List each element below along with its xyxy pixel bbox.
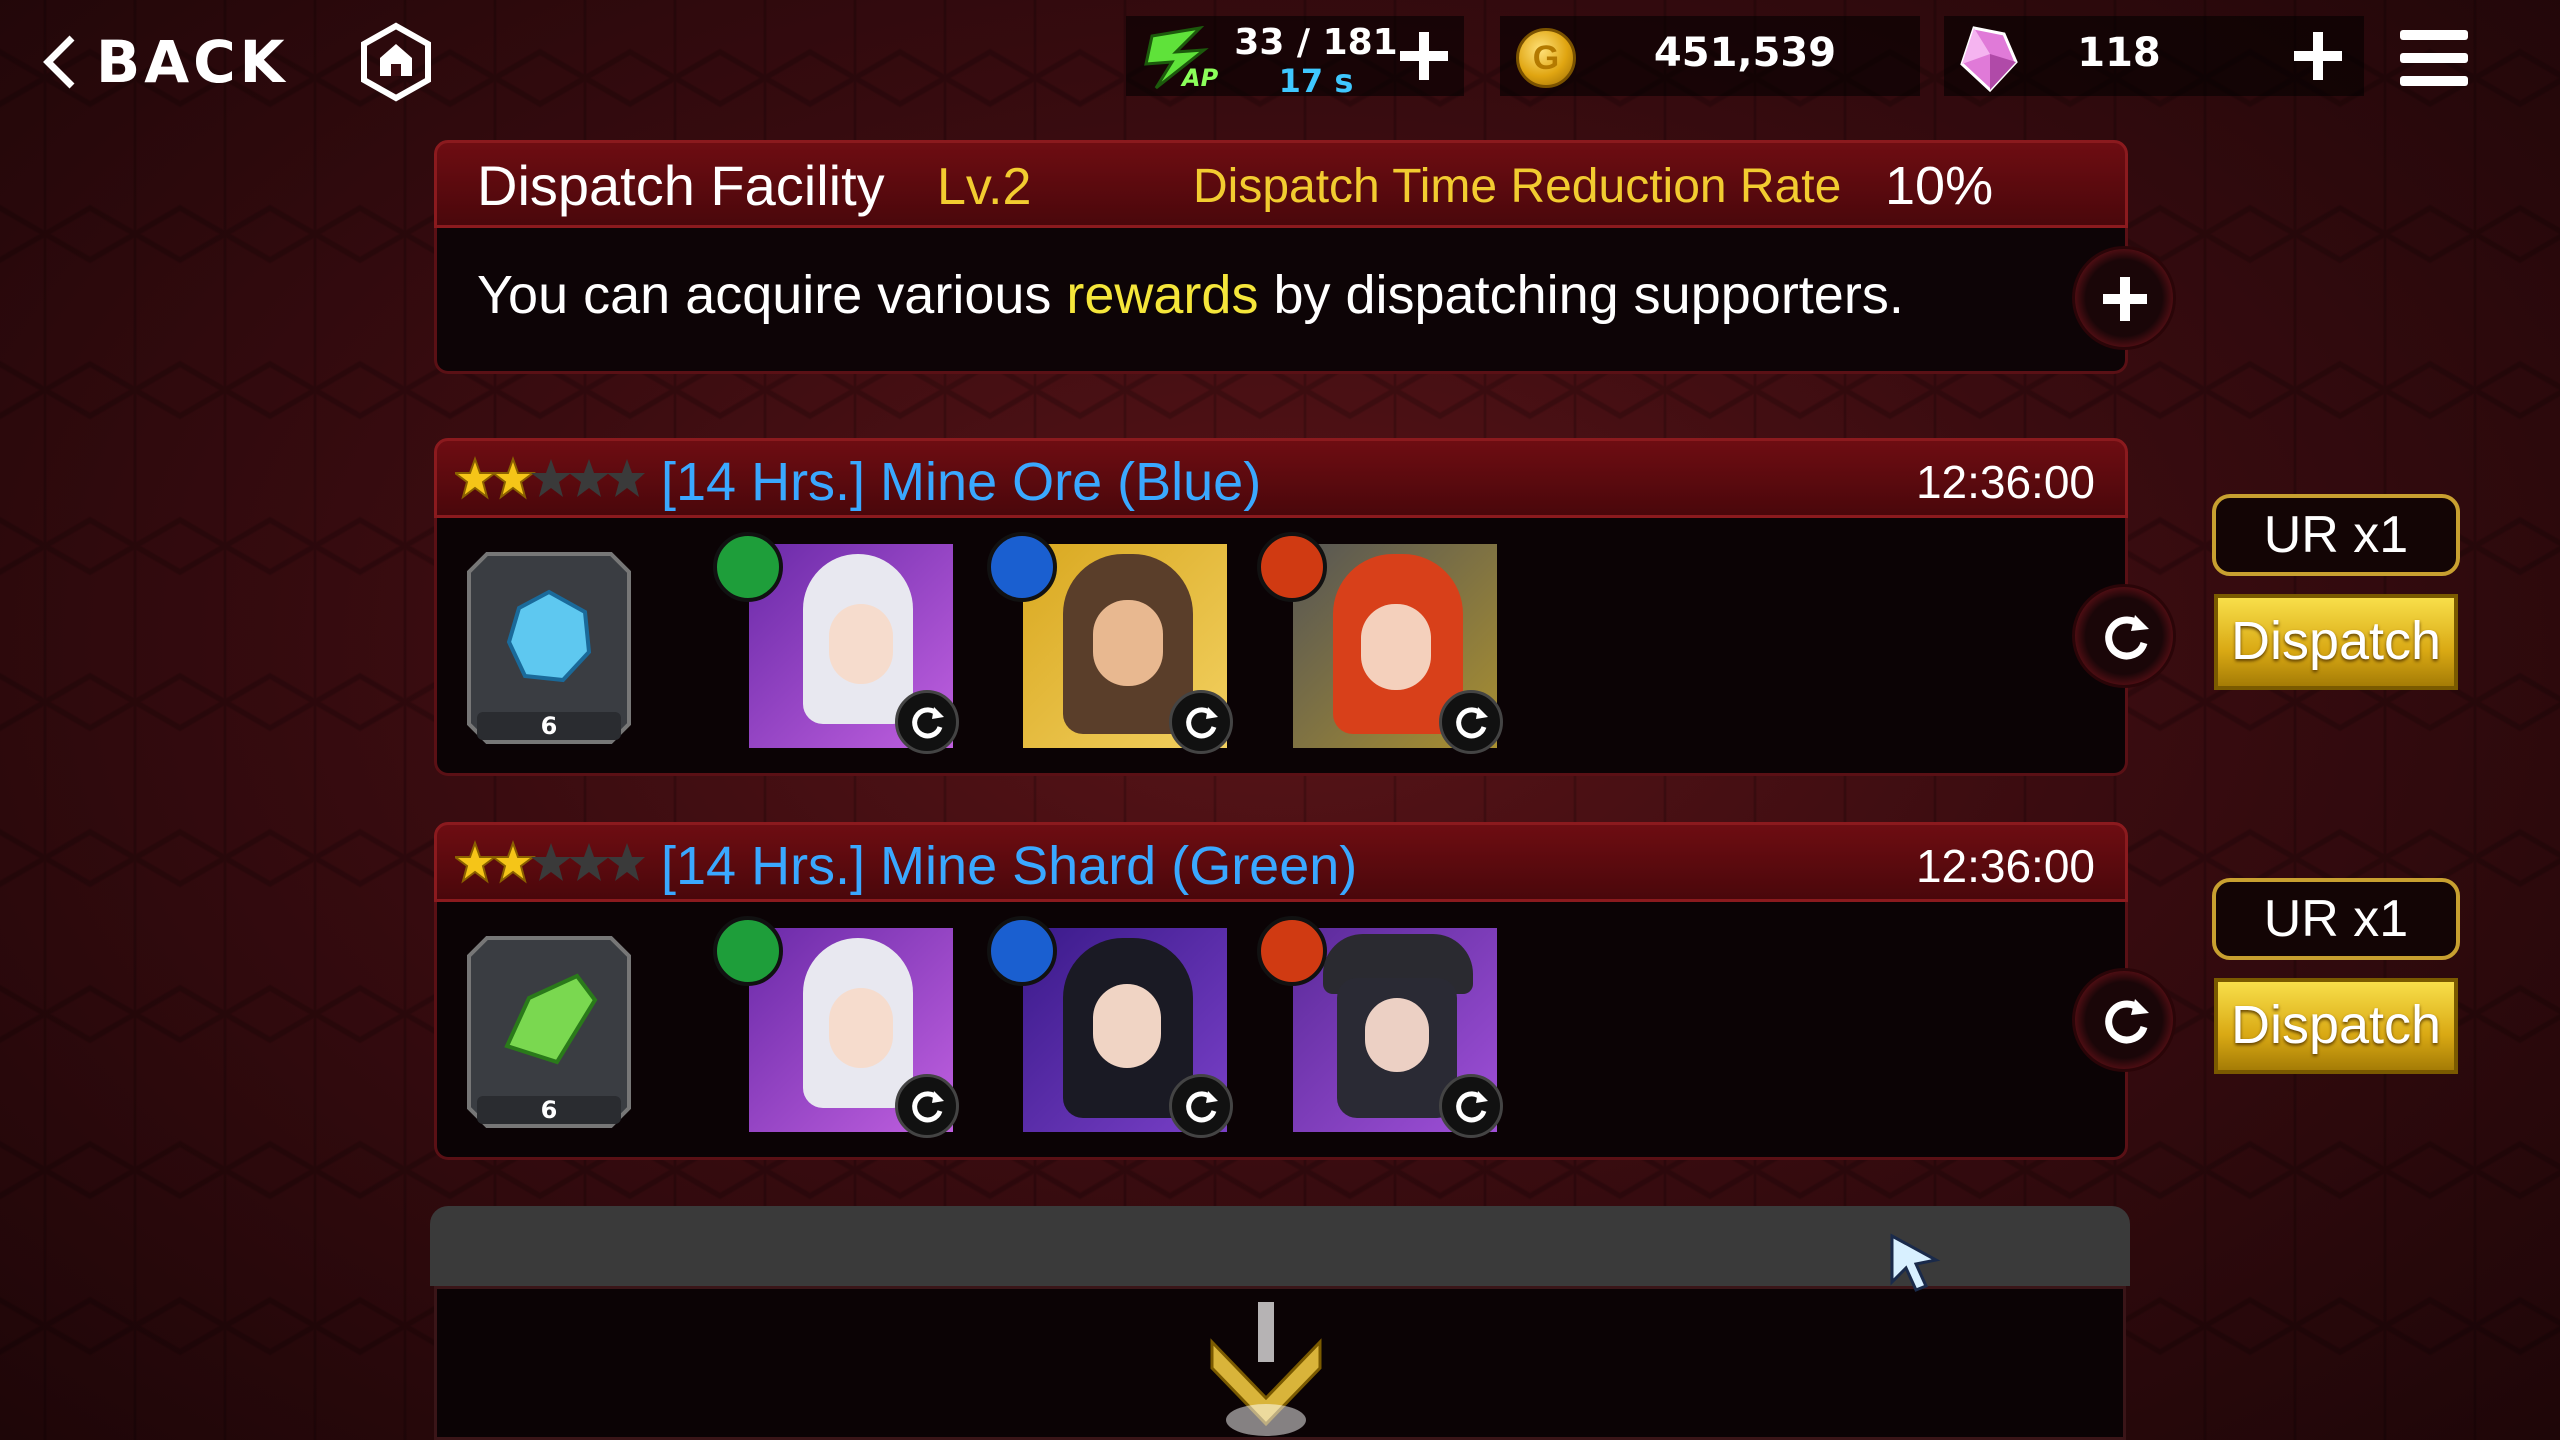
plus-icon [2103, 277, 2147, 321]
mission-duration: 12:36:00 [1915, 456, 2095, 508]
supporter-portrait[interactable] [987, 916, 1233, 1138]
swap-supporter-button[interactable] [1169, 1074, 1233, 1138]
facility-description-box: You can acquire various rewards by dispa… [434, 228, 2128, 374]
refresh-icon [2105, 615, 2149, 660]
ap-value: 33 / 181 [1234, 22, 1398, 63]
mission-body: 6 [434, 518, 2128, 776]
dispatch-button[interactable]: Dispatch [2214, 594, 2458, 690]
wind-icon [713, 916, 783, 986]
difficulty-stars [455, 840, 645, 884]
gold-counter: 451,539 [1500, 16, 1920, 96]
facility-description: You can acquire various rewards by dispa… [477, 265, 1904, 325]
mission-header: [14 Hrs.] Mine Shard (Green) 12:36:00 [434, 822, 2128, 902]
gem-counter: 118 [1944, 16, 2364, 96]
rarity-requirement: UR x1 [2212, 878, 2460, 960]
supporter-portrait[interactable] [1257, 532, 1503, 754]
home-button[interactable] [360, 22, 432, 102]
mission-header: [14 Hrs.] Mine Ore (Blue) 12:36:00 [434, 438, 2128, 518]
gold-coin-icon [1516, 28, 1576, 88]
wind-icon [713, 532, 783, 602]
mission-header [430, 1206, 2130, 1286]
swap-supporter-button[interactable] [1439, 1074, 1503, 1138]
mouse-cursor-icon [1890, 1233, 1941, 1292]
mission-card-partial [430, 1206, 2130, 1440]
gem-value: 118 [2077, 30, 2161, 76]
swap-supporter-button[interactable] [1169, 690, 1233, 754]
facility-info-button[interactable] [2072, 246, 2176, 350]
dispatch-button[interactable]: Dispatch [2214, 978, 2458, 1074]
ap-counter: AP 33 / 181 17 s [1126, 16, 1464, 100]
blue-ore-icon[interactable]: 6 [467, 552, 631, 744]
fire-icon [1257, 916, 1327, 986]
mission-title: [14 Hrs.] Mine Ore (Blue) [661, 452, 1262, 512]
difficulty-stars [455, 456, 645, 500]
ap-icon-label: AP [1180, 64, 1218, 90]
water-icon [987, 916, 1057, 986]
supporter-portrait[interactable] [713, 532, 959, 754]
green-shard-icon[interactable]: 6 [467, 936, 631, 1128]
facility-panel: Dispatch Facility Lv.2 Dispatch Time Red… [434, 140, 2176, 374]
fire-icon [1257, 532, 1327, 602]
ap-bolt-icon: AP [1144, 26, 1218, 90]
refresh-icon [1186, 707, 1218, 739]
back-button[interactable]: BACK [40, 22, 289, 102]
refresh-icon [2105, 999, 2149, 1044]
reduction-rate-value: 10% [1885, 156, 1994, 216]
chevron-left-icon [43, 35, 75, 89]
auto-assign-button[interactable] [2072, 968, 2176, 1072]
ap-timer: 17 s [1278, 62, 1354, 100]
mission-body: 6 [434, 902, 2128, 1160]
add-gems-button[interactable] [2288, 26, 2348, 86]
gem-icon [1960, 26, 2018, 93]
add-ap-button[interactable] [1394, 26, 1454, 86]
refresh-icon [1456, 707, 1488, 739]
rarity-requirement: UR x1 [2212, 494, 2460, 576]
mission-card: [14 Hrs.] Mine Shard (Green) 12:36:00 6 [434, 822, 2176, 1160]
swap-supporter-button[interactable] [895, 1074, 959, 1138]
hamburger-menu-icon[interactable] [2400, 30, 2468, 86]
gold-value: 451,539 [1653, 30, 1837, 76]
mission-title: [14 Hrs.] Mine Shard (Green) [661, 836, 1358, 896]
mission-card: [14 Hrs.] Mine Ore (Blue) 12:36:00 6 [434, 438, 2176, 776]
scroll-down-arrow-icon[interactable] [1206, 1302, 1326, 1440]
water-icon [987, 532, 1057, 602]
reduction-rate-label: Dispatch Time Reduction Rate [1193, 160, 1842, 213]
refresh-icon [1186, 1091, 1218, 1123]
item-count: 6 [541, 712, 558, 740]
swap-supporter-button[interactable] [1439, 690, 1503, 754]
supporter-portrait[interactable] [1257, 916, 1503, 1138]
rewards-highlight: rewards [1066, 265, 1259, 325]
home-icon [361, 22, 431, 102]
auto-assign-button[interactable] [2072, 584, 2176, 688]
mission-duration: 12:36:00 [1915, 840, 2095, 892]
refresh-icon [912, 1091, 944, 1123]
supporter-portrait[interactable] [713, 916, 959, 1138]
facility-level: Lv.2 [937, 158, 1032, 216]
supporter-portrait[interactable] [987, 532, 1233, 754]
swap-supporter-button[interactable] [895, 690, 959, 754]
item-count: 6 [541, 1096, 558, 1124]
facility-header: Dispatch Facility Lv.2 Dispatch Time Red… [434, 140, 2128, 228]
facility-title: Dispatch Facility [477, 154, 885, 217]
back-label: BACK [96, 28, 289, 96]
refresh-icon [912, 707, 944, 739]
refresh-icon [1456, 1091, 1488, 1123]
